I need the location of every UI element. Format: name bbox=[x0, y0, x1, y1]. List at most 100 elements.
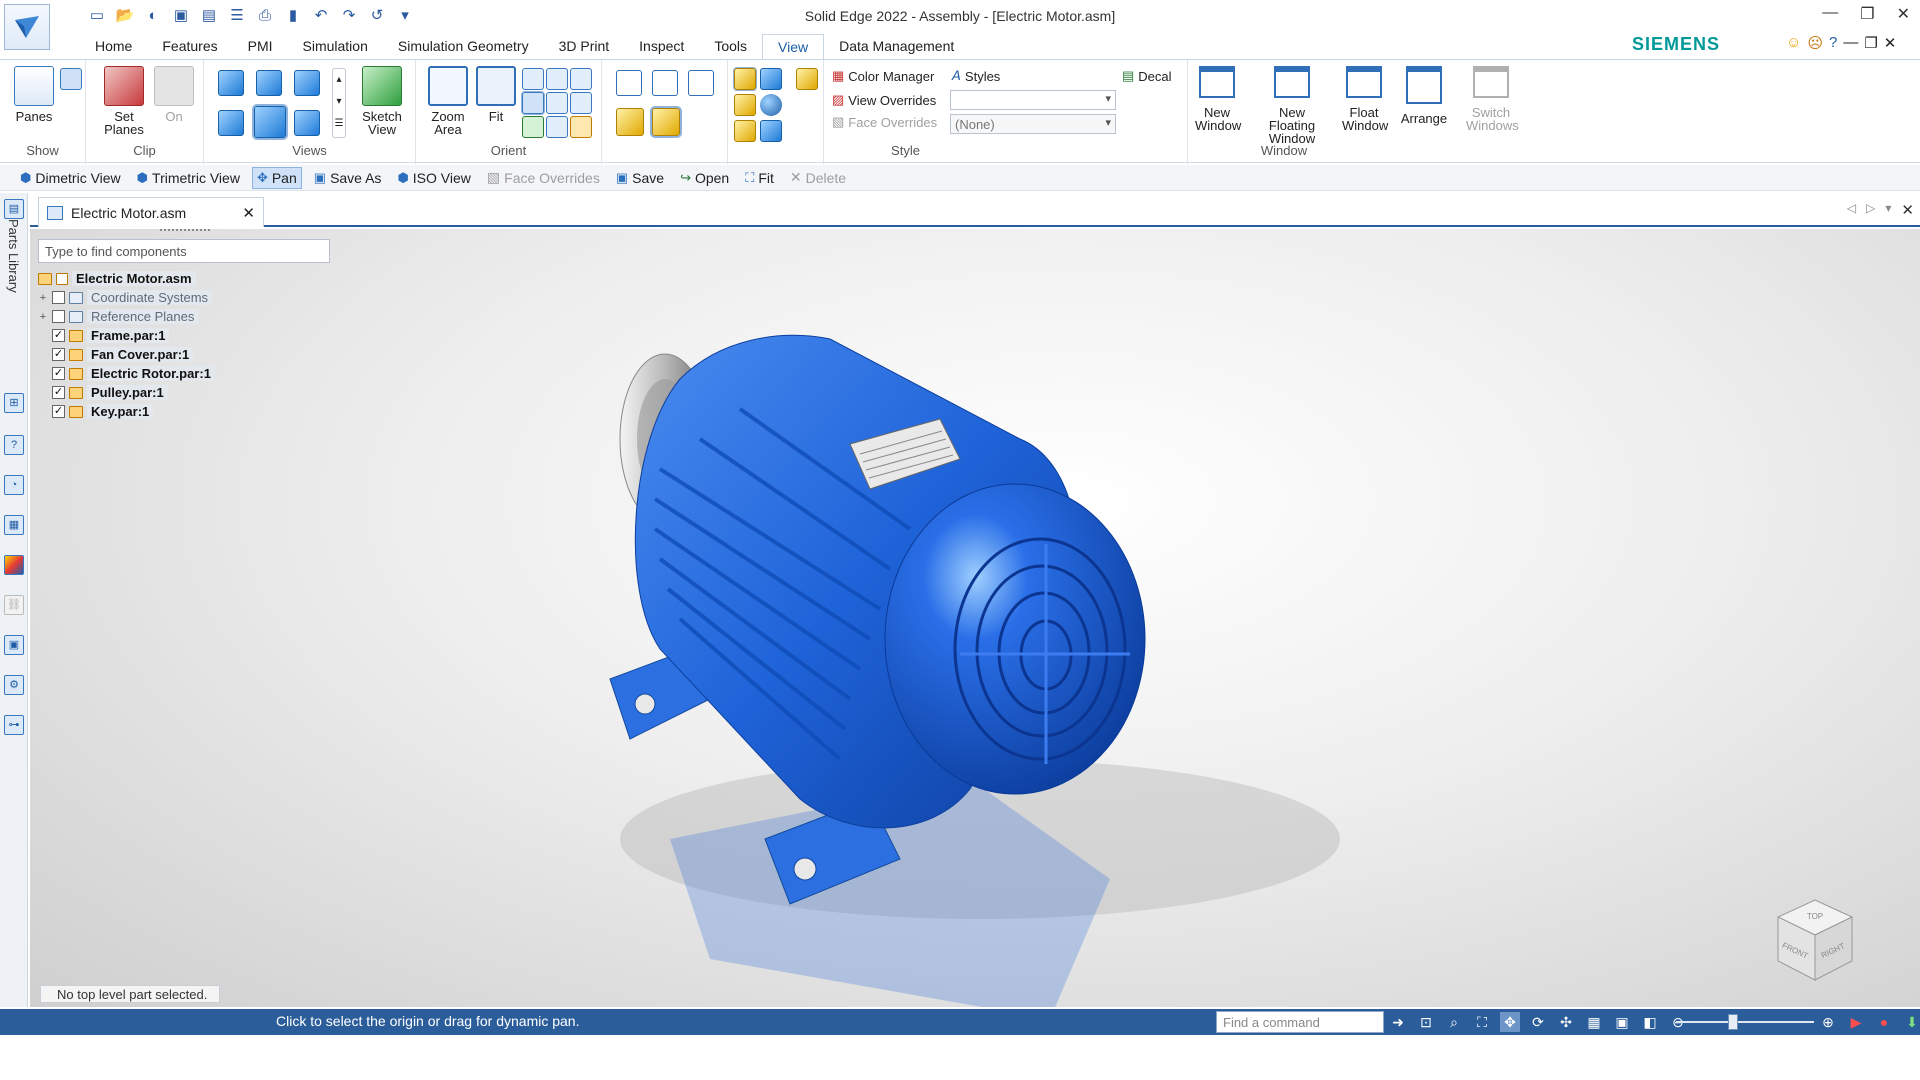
new-window-button[interactable]: New Window bbox=[1192, 66, 1242, 132]
trimetric-view-button[interactable]: ⬢ Trimetric View bbox=[133, 168, 244, 188]
view-style-icon[interactable] bbox=[760, 68, 782, 90]
visibility-checkbox[interactable]: ✓ bbox=[52, 348, 65, 361]
views-sb-icon[interactable]: ▣ bbox=[1612, 1012, 1632, 1032]
right-view-icon[interactable] bbox=[294, 110, 320, 136]
rotate-sb-icon[interactable]: ⟳ bbox=[1528, 1012, 1548, 1032]
zoom-area-button[interactable]: Zoom Area bbox=[420, 66, 476, 136]
pan-button[interactable]: ✥ Pan bbox=[251, 166, 302, 189]
tree-item[interactable]: ✓ Key.par:1 bbox=[38, 402, 215, 421]
shadow-icon[interactable] bbox=[734, 94, 756, 116]
color-pane-icon[interactable] bbox=[4, 555, 24, 575]
visible-edges-cube-icon[interactable] bbox=[652, 70, 678, 96]
pane-toggle-icon[interactable] bbox=[60, 68, 82, 90]
tab-home[interactable]: Home bbox=[80, 34, 147, 60]
top-view-icon[interactable] bbox=[256, 70, 282, 96]
expand-icon[interactable]: + bbox=[38, 292, 48, 304]
tree-root[interactable]: Electric Motor.asm bbox=[38, 269, 215, 288]
tab-simulation[interactable]: Simulation bbox=[288, 34, 383, 60]
document-tab[interactable]: Electric Motor.asm ✕ bbox=[38, 197, 264, 227]
sketch-view-button[interactable]: Sketch View bbox=[354, 66, 410, 136]
decal-button[interactable]: ▤ Decal bbox=[1122, 68, 1172, 84]
iso-view-button[interactable]: ⬢ ISO View bbox=[393, 168, 474, 188]
visibility-checkbox[interactable]: ✓ bbox=[52, 367, 65, 380]
zoom-slider-thumb[interactable] bbox=[1728, 1014, 1738, 1030]
zoom-sb-icon[interactable]: ⌕ bbox=[1444, 1012, 1464, 1032]
find-command-input[interactable]: Find a command bbox=[1216, 1011, 1384, 1033]
floor-shadow-icon[interactable] bbox=[760, 120, 782, 142]
visibility-checkbox[interactable] bbox=[52, 310, 65, 323]
tree-item[interactable]: ✓ Frame.par:1 bbox=[38, 326, 215, 345]
close-icon[interactable]: ✕ bbox=[1897, 4, 1910, 24]
bottom-view-icon[interactable] bbox=[294, 70, 320, 96]
go-arrow-icon[interactable]: ➜ bbox=[1388, 1012, 1408, 1032]
dimetric-view-button[interactable]: ⬢ Dimetric View bbox=[16, 168, 125, 188]
look-at-face-icon[interactable] bbox=[546, 116, 568, 138]
rotate-icon[interactable] bbox=[546, 92, 568, 114]
zoom-area-sb-icon[interactable]: ⊡ bbox=[1416, 1012, 1436, 1032]
delete-cmd-button[interactable]: ✕ Delete bbox=[786, 167, 850, 188]
visibility-checkbox[interactable] bbox=[52, 291, 65, 304]
help-icon[interactable]: ? bbox=[1829, 34, 1837, 52]
wireframe-cube-icon[interactable] bbox=[616, 70, 642, 96]
tab-data-management[interactable]: Data Management bbox=[824, 34, 969, 60]
download-icon[interactable]: ⬇ bbox=[1902, 1012, 1920, 1032]
layers-icon[interactable]: ▦ bbox=[4, 515, 24, 535]
open-cmd-button[interactable]: ↪ Open bbox=[676, 168, 733, 188]
tree-item[interactable]: ✓ Electric Rotor.par:1 bbox=[38, 364, 215, 383]
sphere-icon[interactable] bbox=[760, 94, 782, 116]
front-view-icon[interactable] bbox=[218, 70, 244, 96]
sketch-view-sb-icon[interactable]: ▦ bbox=[1584, 1012, 1604, 1032]
doc-restore-icon[interactable]: ❐ bbox=[1864, 34, 1877, 52]
restore-icon[interactable]: ❐ bbox=[1860, 4, 1874, 24]
relationship-icon[interactable]: ⊶ bbox=[4, 715, 24, 735]
pathfinder-icon[interactable]: ⊞ bbox=[4, 393, 24, 413]
doc-close-icon[interactable]: ✕ bbox=[1884, 34, 1897, 52]
tab-tools[interactable]: Tools bbox=[699, 34, 762, 60]
new-floating-window-button[interactable]: New Floating Window bbox=[1254, 66, 1330, 145]
find-components-input[interactable]: Type to find components bbox=[38, 239, 330, 263]
tab-features[interactable]: Features bbox=[147, 34, 232, 60]
zoom-in-icon[interactable]: ⊕ bbox=[1818, 1012, 1838, 1032]
views-scroll[interactable]: ▴ ▾ ☰ bbox=[332, 68, 346, 138]
video-icon[interactable]: ▶ bbox=[1846, 1012, 1866, 1032]
common-views-icon[interactable] bbox=[522, 116, 544, 138]
float-window-button[interactable]: Float Window bbox=[1340, 66, 1388, 132]
tab-list-icon[interactable]: ▾ bbox=[1885, 201, 1891, 219]
set-planes-button[interactable]: Set Planes bbox=[102, 66, 146, 136]
tree-item[interactable]: + Coordinate Systems bbox=[38, 288, 215, 307]
spin-sb-icon[interactable]: ✣ bbox=[1556, 1012, 1576, 1032]
view-overrides-combo[interactable] bbox=[950, 90, 1116, 110]
pan-icon[interactable] bbox=[546, 68, 568, 90]
expand-icon[interactable]: + bbox=[38, 311, 48, 323]
link-icon[interactable]: ⛓ bbox=[4, 595, 24, 615]
fit-sb-icon[interactable]: ⛶ bbox=[1472, 1012, 1492, 1032]
visibility-checkbox[interactable]: ✓ bbox=[52, 405, 65, 418]
panes-button[interactable]: Panes bbox=[12, 66, 56, 123]
help-pane-icon[interactable]: ? bbox=[4, 435, 24, 455]
face-overrides-cmd-button[interactable]: ▧ Face Overrides bbox=[483, 167, 604, 188]
tree-item[interactable]: + Reference Planes bbox=[38, 307, 215, 326]
spin-about-icon[interactable] bbox=[570, 92, 592, 114]
clip-on-button[interactable]: On bbox=[154, 66, 194, 123]
tab-next-icon[interactable]: ▷ bbox=[1866, 201, 1875, 219]
tab-close-all-icon[interactable]: ✕ bbox=[1901, 201, 1914, 219]
visibility-checkbox[interactable]: ✓ bbox=[52, 386, 65, 399]
record-icon[interactable]: ● bbox=[1874, 1012, 1894, 1032]
iso-view-icon[interactable] bbox=[252, 104, 288, 140]
minimize-icon[interactable]: — bbox=[1822, 4, 1838, 24]
tree-item[interactable]: ✓ Pulley.par:1 bbox=[38, 383, 215, 402]
save-as-button[interactable]: ▣ Save As bbox=[310, 168, 386, 188]
tab-inspect[interactable]: Inspect bbox=[624, 34, 699, 60]
shading-icon[interactable] bbox=[733, 67, 757, 91]
close-document-icon[interactable]: ✕ bbox=[242, 204, 255, 222]
shaded-cube-icon[interactable] bbox=[616, 108, 644, 136]
shading-sb-icon[interactable]: ◧ bbox=[1640, 1012, 1660, 1032]
electric-motor-model[interactable] bbox=[550, 319, 1420, 1007]
pan-sb-icon[interactable]: ✥ bbox=[1500, 1012, 1520, 1032]
tab-view[interactable]: View bbox=[762, 34, 825, 60]
visibility-checkbox[interactable]: ✓ bbox=[52, 329, 65, 342]
view-style-2-icon[interactable] bbox=[796, 68, 818, 90]
tree-item[interactable]: ✓ Fan Cover.par:1 bbox=[38, 345, 215, 364]
face-overrides-button[interactable]: ▧ Face Overrides bbox=[832, 114, 937, 130]
tab-3d-print[interactable]: 3D Print bbox=[544, 34, 625, 60]
